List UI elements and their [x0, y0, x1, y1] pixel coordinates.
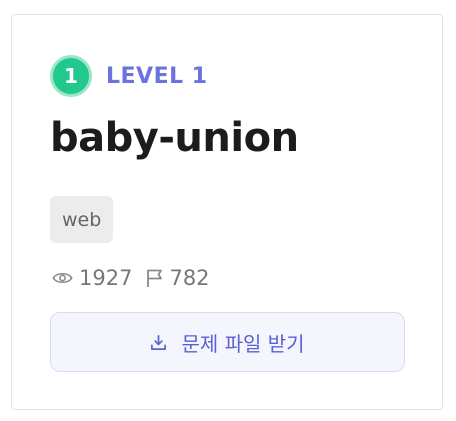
challenge-card: 1 LEVEL 1 baby-union web 1927 782 문제 파일 …	[11, 14, 443, 410]
views-count: 1927	[79, 266, 133, 290]
category-tag: web	[50, 196, 114, 243]
level-row: 1 LEVEL 1	[50, 55, 208, 97]
flag-icon	[146, 268, 164, 288]
solves-count: 782	[169, 266, 210, 290]
download-button[interactable]: 문제 파일 받기	[50, 312, 405, 372]
challenge-title: baby-union	[50, 115, 299, 161]
download-icon	[150, 334, 167, 351]
level-badge: 1	[50, 55, 92, 97]
level-label: LEVEL 1	[106, 63, 208, 89]
eye-icon	[52, 270, 73, 286]
stats-row: 1927 782	[52, 263, 210, 293]
download-label: 문제 파일 받기	[181, 331, 305, 356]
